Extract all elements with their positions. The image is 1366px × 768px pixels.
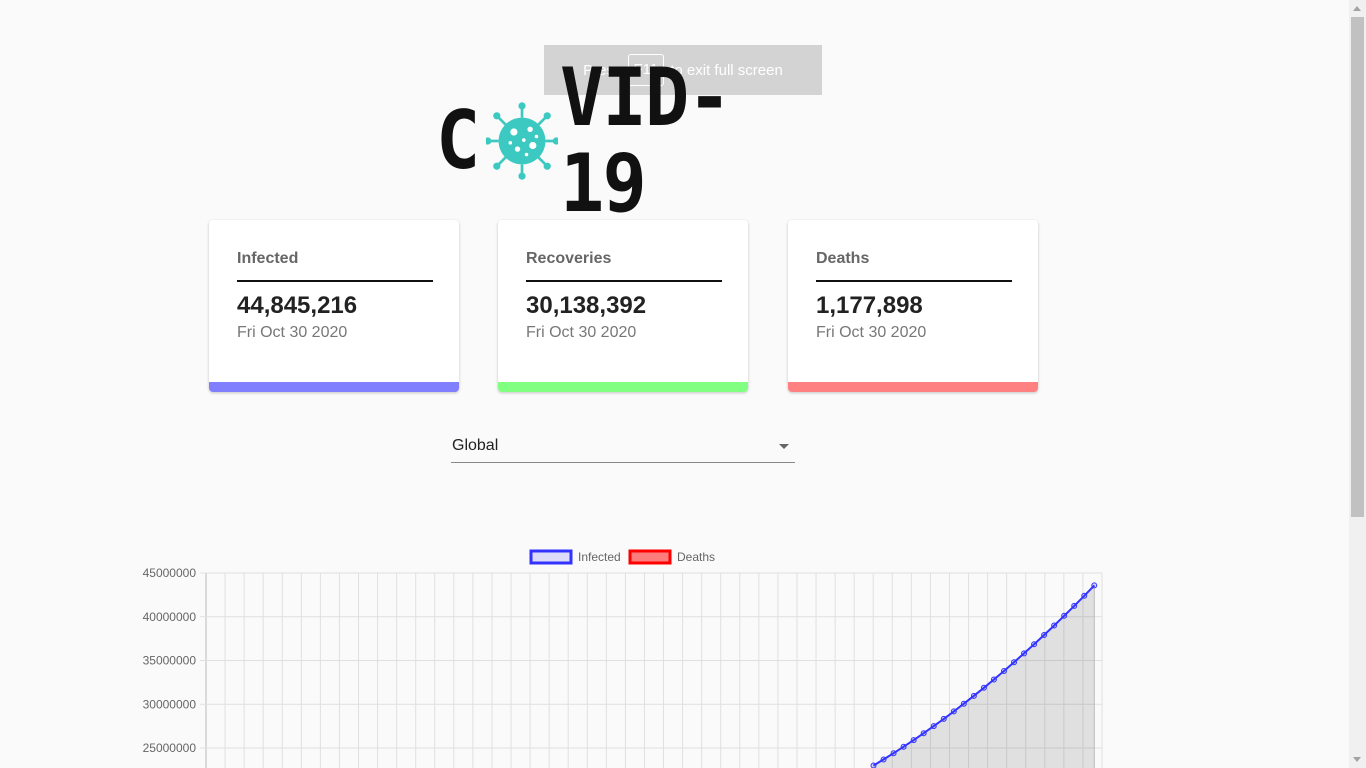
country-select[interactable]: Global [451,432,795,463]
card-label: Deaths [816,250,870,267]
card-value: 44,845,216 [237,292,358,319]
card-value: 1,177,898 [816,292,923,319]
card-date: Fri Oct 30 2020 [816,324,927,341]
infected-point [920,730,927,737]
card-color-bar [498,382,748,392]
infected-point [930,723,937,730]
card-color-bar [209,382,459,392]
page-scrollbar[interactable] [1349,0,1366,768]
y-tick-label: 35000000 [143,654,197,668]
card-label: Recoveries [526,250,612,267]
card-divider [526,280,722,282]
card-divider [816,280,1012,282]
covid-logo: C VID-19 [436,55,816,227]
y-tick-label: 40000000 [143,610,197,624]
infected-point [1011,659,1018,666]
scroll-down-icon[interactable] [1349,751,1366,768]
country-select-value: Global [452,437,499,454]
infected-point [990,676,997,683]
infected-point [890,750,897,757]
infected-point [1071,602,1078,609]
infected-point [1000,667,1007,674]
y-tick-label: 45000000 [143,566,197,580]
card-divider [237,280,433,282]
virus-icon [486,102,559,180]
infected-point [1031,641,1038,648]
infected-point [870,762,877,768]
infected-point [1041,631,1048,638]
infected-area [873,585,1095,768]
y-tick-label: 25000000 [143,741,197,755]
infected-point [900,743,907,750]
infected-point [1091,582,1098,589]
recoveries-card: Recoveries 30,138,392 Fri Oct 30 2020 [498,220,748,392]
legend-label: Deaths [677,550,715,564]
infected-point [950,708,957,715]
infected-point [960,700,967,707]
y-tick-label: 30000000 [143,697,197,711]
infected-point [1021,650,1028,657]
infected-point [1081,592,1088,599]
card-color-bar [788,382,1038,392]
scroll-up-icon[interactable] [1349,0,1366,17]
card-label: Infected [237,250,299,267]
infected-point [910,737,917,744]
scrollbar-thumb[interactable] [1351,17,1364,517]
infected-point [1051,622,1058,629]
legend-swatch [529,549,573,565]
infected-point [980,684,987,691]
infected-point [940,715,947,722]
cases-chart: Infected Deaths 45000000 40000000 35000000 30… [143,549,1103,768]
infected-card: Infected 44,845,216 Fri Oct 30 2020 [209,220,459,392]
deaths-card: Deaths 1,177,898 Fri Oct 30 2020 [788,220,1038,392]
card-value: 30,138,392 [526,292,647,319]
logo-right: VID-19 [560,51,732,230]
card-date: Fri Oct 30 2020 [237,324,348,341]
infected-point [1061,612,1068,619]
legend-swatch [628,549,672,565]
infected-point [970,692,977,699]
legend-label: Infected [578,550,621,564]
infected-point [880,756,887,763]
chevron-down-icon [779,444,789,449]
logo-left: C [436,94,480,187]
card-date: Fri Oct 30 2020 [526,324,637,341]
